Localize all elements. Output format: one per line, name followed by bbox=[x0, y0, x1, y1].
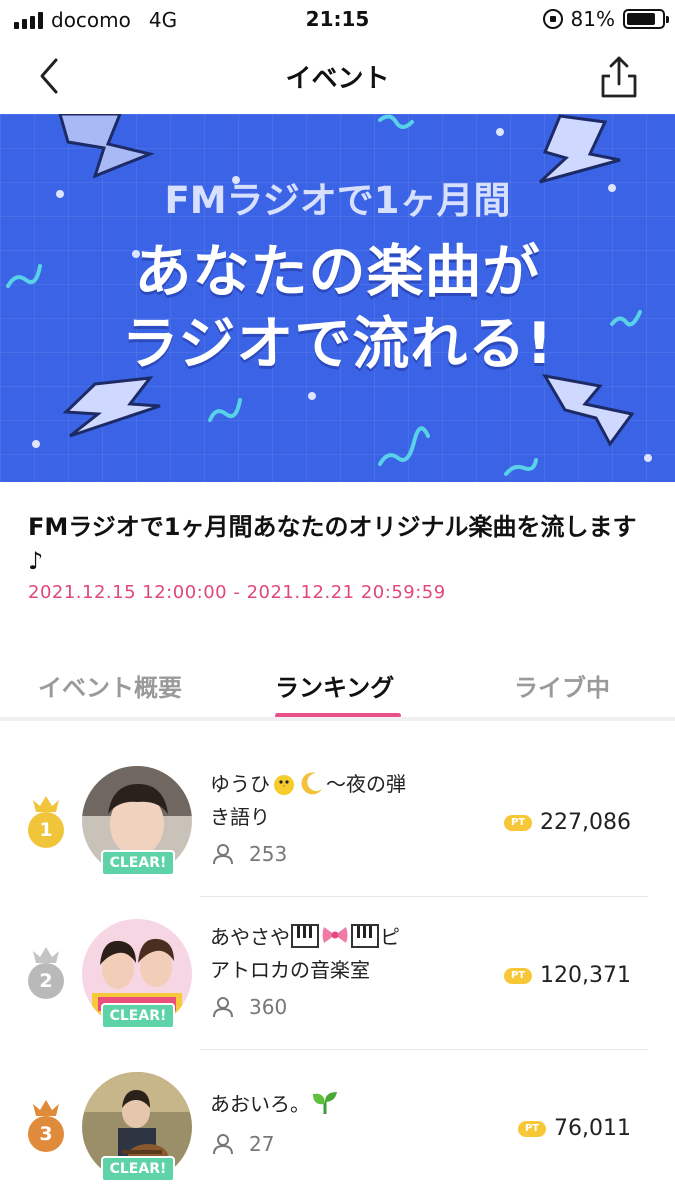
crown-icon bbox=[33, 1100, 59, 1116]
tab-bar: イベント概要 ランキング ライブ中 bbox=[0, 660, 675, 718]
crown-icon bbox=[33, 947, 59, 963]
rank-name-part: あおいろ。 bbox=[210, 1092, 310, 1116]
rank-name[interactable]: ゆうひ 〜夜の弾 き語り bbox=[210, 768, 450, 834]
points: PT 120,371 bbox=[504, 963, 631, 988]
tab-live[interactable]: ライブ中 bbox=[514, 668, 610, 703]
rank-name[interactable]: あやさや ピ アトロカの音楽室 bbox=[210, 921, 450, 987]
battery-percent: 81% bbox=[570, 7, 615, 31]
person-icon bbox=[213, 844, 233, 865]
event-title: FMラジオで1ヶ月間あなたのオリジナル楽曲を流します♪ bbox=[28, 513, 637, 575]
clear-badge: CLEAR! bbox=[101, 1003, 175, 1029]
rotation-lock-icon bbox=[542, 9, 563, 29]
rank-name-part: あやさや bbox=[210, 925, 290, 949]
crescent-moon-icon bbox=[301, 772, 322, 795]
tab-divider bbox=[0, 717, 675, 721]
battery-fill bbox=[627, 13, 655, 25]
pt-badge: PT bbox=[504, 814, 533, 831]
page-title: イベント bbox=[285, 64, 390, 94]
rank-medal: 1 bbox=[28, 812, 64, 848]
banner-headline-2: ラジオで流れる! bbox=[121, 311, 554, 377]
points-value: 76,011 bbox=[554, 1116, 631, 1141]
battery-icon bbox=[623, 9, 669, 29]
seedling-icon bbox=[313, 1092, 337, 1114]
lightning-bolt-icon bbox=[58, 114, 155, 179]
points: PT 76,011 bbox=[518, 1116, 631, 1141]
points: PT 227,086 bbox=[504, 810, 631, 835]
listener-count: 360 bbox=[213, 995, 287, 1019]
row-divider bbox=[200, 1049, 648, 1050]
banner-headline-1: あなたの楽曲が bbox=[134, 239, 541, 305]
tab-overview[interactable]: イベント概要 bbox=[38, 668, 182, 703]
share-icon bbox=[601, 56, 637, 98]
rank-name-part: 〜夜の弾 bbox=[326, 772, 406, 796]
lightning-bolt-icon bbox=[542, 373, 635, 447]
rank-name[interactable]: あおいろ。 bbox=[210, 1088, 450, 1121]
listener-count-value: 253 bbox=[249, 842, 288, 866]
status-bar: docomo 4G 21:15 81% bbox=[0, 0, 675, 40]
listener-count-value: 360 bbox=[249, 995, 288, 1019]
row-divider bbox=[200, 896, 648, 897]
points-value: 227,086 bbox=[540, 810, 631, 835]
pt-badge: PT bbox=[518, 1120, 547, 1137]
tab-ranking[interactable]: ランキング bbox=[275, 668, 394, 703]
pt-badge: PT bbox=[504, 967, 533, 984]
person-icon bbox=[213, 1134, 233, 1155]
event-period: 2021.12.15 12:00:00 - 2021.12.21 20:59:5… bbox=[28, 582, 446, 603]
piano-icon bbox=[291, 924, 319, 948]
status-bar-right: 81% bbox=[542, 7, 669, 31]
rank-name-line-2: き語り bbox=[210, 805, 270, 829]
piano-icon bbox=[351, 924, 379, 948]
crown-icon bbox=[33, 796, 59, 812]
lightning-bolt-icon bbox=[62, 376, 161, 438]
rank-medal: 3 bbox=[28, 1116, 64, 1152]
share-button[interactable] bbox=[599, 52, 639, 100]
rank-medal: 2 bbox=[28, 963, 64, 999]
listener-count-value: 27 bbox=[249, 1132, 275, 1156]
clear-badge: CLEAR! bbox=[101, 1156, 175, 1182]
chick-icon bbox=[274, 775, 294, 795]
ribbon-icon bbox=[322, 927, 348, 943]
nav-bar: イベント bbox=[0, 40, 675, 114]
banner-subtitle: FMラジオで1ヶ月間 bbox=[164, 179, 511, 222]
clear-badge: CLEAR! bbox=[101, 850, 175, 876]
event-banner: FMラジオで1ヶ月間 あなたの楽曲が ラジオで流れる! bbox=[0, 114, 675, 482]
rank-name-part: ゆうひ bbox=[210, 772, 270, 796]
rank-name-part: ピ bbox=[380, 925, 400, 949]
listener-count: 253 bbox=[213, 842, 287, 866]
listener-count: 27 bbox=[213, 1132, 274, 1156]
points-value: 120,371 bbox=[540, 963, 631, 988]
person-icon bbox=[213, 997, 233, 1018]
rank-name-line-2: アトロカの音楽室 bbox=[210, 958, 370, 982]
